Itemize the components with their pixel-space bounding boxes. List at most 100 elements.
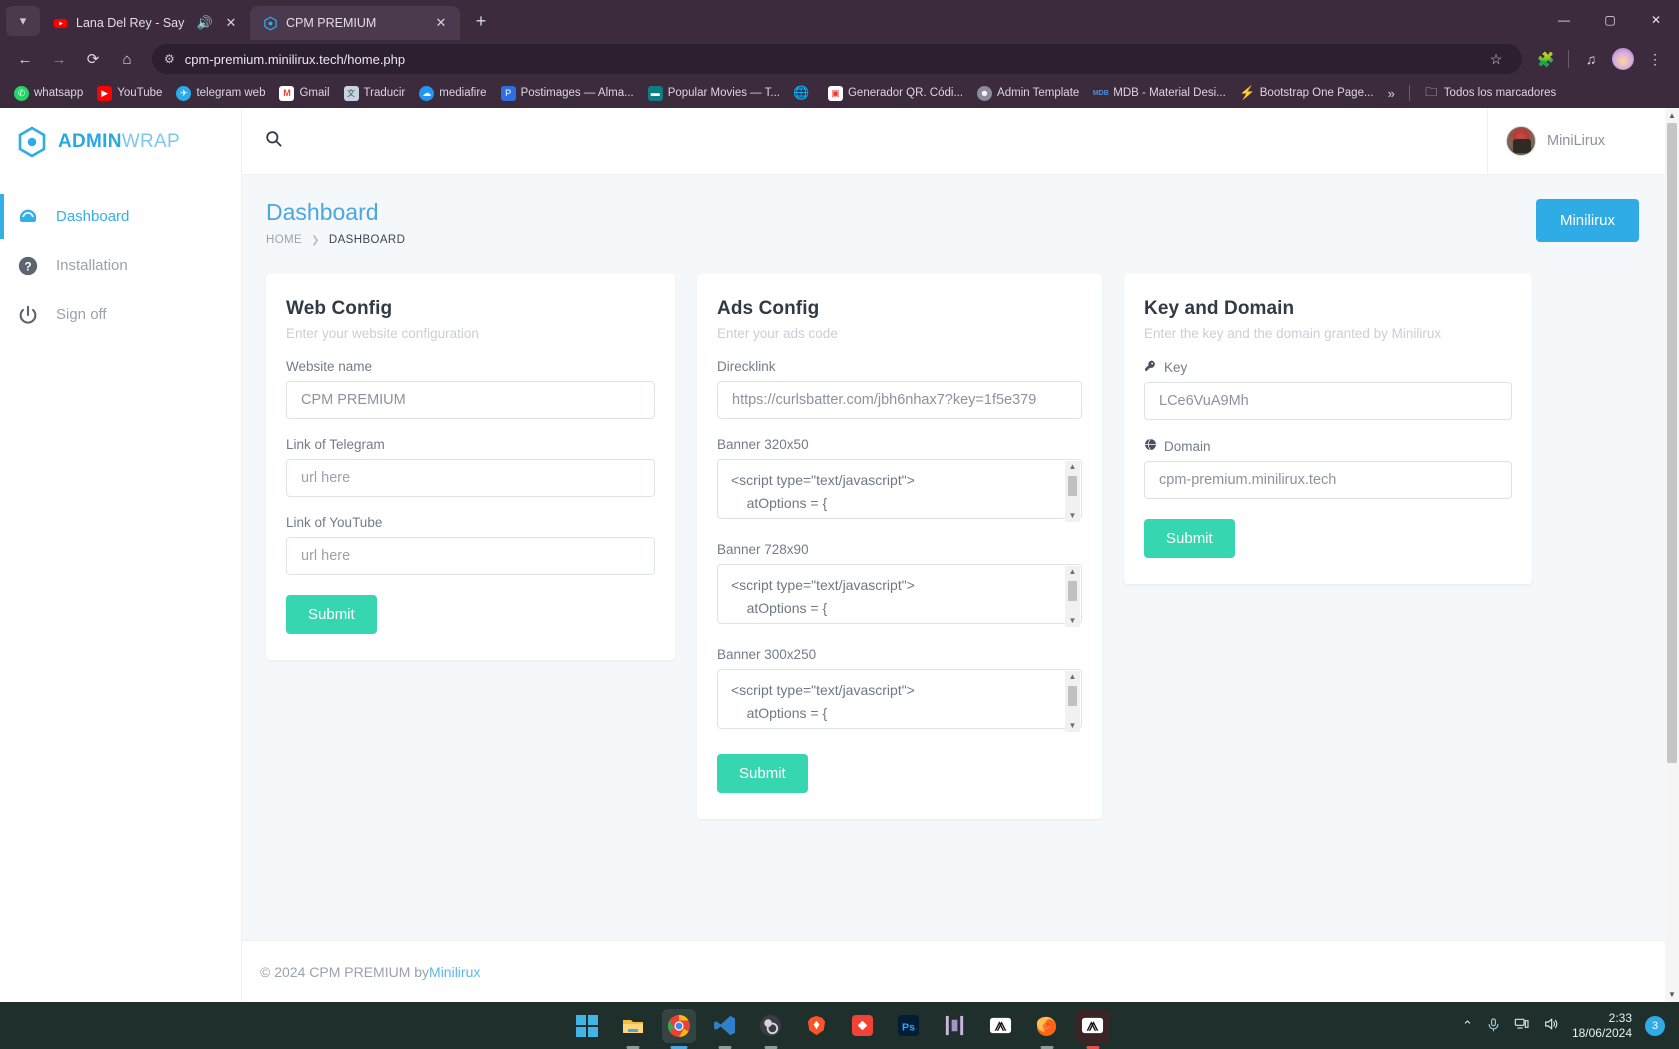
- bookmark-item[interactable]: M Gmail: [273, 83, 335, 104]
- extensions-icon[interactable]: 🧩: [1532, 45, 1560, 73]
- textarea-scrollbar[interactable]: ▲ ▼: [1065, 671, 1080, 732]
- bookmark-star-icon[interactable]: ☆: [1482, 45, 1510, 73]
- telegram-icon: ✈: [176, 85, 192, 101]
- website-name-input[interactable]: [286, 381, 655, 419]
- youtube-link-input[interactable]: [286, 537, 655, 575]
- banner-728x90-textarea[interactable]: <script type="text/javascript"> atOption…: [717, 564, 1082, 624]
- network-icon[interactable]: [1514, 1016, 1530, 1035]
- back-icon[interactable]: ←: [10, 44, 40, 74]
- minilirux-button[interactable]: Minilirux: [1535, 199, 1639, 242]
- profile-avatar-icon[interactable]: [1609, 45, 1637, 73]
- banner-320x50-textarea[interactable]: <script type="text/javascript"> atOption…: [717, 459, 1082, 519]
- sidebar-item-installation[interactable]: ? Installation: [0, 241, 241, 290]
- sidebar-item-label: Dashboard: [56, 208, 130, 225]
- scroll-down-icon[interactable]: ▼: [1069, 615, 1077, 627]
- browser-menu-icon[interactable]: ⋮: [1641, 45, 1669, 73]
- home-icon[interactable]: ⌂: [112, 44, 142, 74]
- footer-link[interactable]: Minilirux: [429, 964, 480, 980]
- notification-badge[interactable]: 3: [1645, 1015, 1665, 1036]
- scrollbar-thumb[interactable]: [1667, 123, 1677, 763]
- search-icon[interactable]: [264, 129, 283, 153]
- scroll-up-icon[interactable]: ▲: [1069, 671, 1077, 683]
- scrollbar-thumb[interactable]: [1068, 581, 1077, 601]
- scrollbar-thumb[interactable]: [1068, 476, 1077, 496]
- browser-tab-cpm-premium[interactable]: CPM PREMIUM ✕: [250, 6, 460, 40]
- reading-list-icon[interactable]: ♫: [1577, 45, 1605, 73]
- breadcrumb-home[interactable]: HOME: [266, 234, 302, 246]
- bookmark-item[interactable]: MDB MDB - Material Desi...: [1087, 83, 1231, 104]
- scroll-up-icon[interactable]: ▲: [1069, 566, 1077, 578]
- scroll-down-icon[interactable]: ▼: [1069, 720, 1077, 732]
- scroll-down-icon[interactable]: ▼: [1069, 510, 1077, 522]
- bookmarks-overflow-icon[interactable]: »: [1382, 84, 1401, 103]
- scrollbar-thumb[interactable]: [1068, 686, 1077, 706]
- brave-icon[interactable]: [800, 1009, 834, 1043]
- bookmark-item[interactable]: 🌐: [788, 83, 820, 104]
- volume-icon[interactable]: [1543, 1016, 1559, 1035]
- sidebar-item-signoff[interactable]: Sign off: [0, 290, 241, 339]
- obs-icon[interactable]: [754, 1009, 788, 1049]
- tab-audio-icon[interactable]: 🔊: [196, 14, 214, 32]
- firefox-icon[interactable]: [1030, 1009, 1064, 1049]
- tab-search-chevron-icon[interactable]: ▾: [6, 6, 40, 36]
- capcut-bars-icon[interactable]: [938, 1009, 972, 1043]
- page-scrollbar[interactable]: ▲ ▼: [1665, 108, 1679, 1002]
- close-window-button[interactable]: ✕: [1633, 0, 1679, 40]
- tab-close-icon[interactable]: ✕: [222, 14, 240, 32]
- bookmark-item[interactable]: ▶ YouTube: [91, 83, 168, 104]
- forward-icon[interactable]: →: [44, 44, 74, 74]
- browser-tab-youtube[interactable]: Lana Del Rey - Say Yes To H 🔊 ✕: [40, 6, 250, 40]
- capcut-dark-icon[interactable]: ⨇: [1075, 1008, 1110, 1049]
- bookmark-item[interactable]: ☁ mediafire: [413, 83, 492, 104]
- app-content: MiniLirux Dashboard HOME ❯ DASHBOARD Min…: [242, 108, 1665, 1002]
- scrollbar-track[interactable]: [1665, 123, 1679, 987]
- address-bar[interactable]: ⚙ cpm-premium.minilirux.tech/home.php ☆: [152, 44, 1522, 74]
- key-domain-submit-button[interactable]: Submit: [1144, 519, 1235, 558]
- tab-close-icon[interactable]: ✕: [432, 14, 450, 32]
- bookmark-item[interactable]: ⚡ Bootstrap One Page...: [1234, 83, 1380, 104]
- user-menu[interactable]: MiniLirux: [1488, 108, 1665, 174]
- scroll-up-icon[interactable]: ▲: [1668, 108, 1676, 123]
- bookmark-item[interactable]: ✈ telegram web: [170, 83, 271, 104]
- banner-300x250-textarea[interactable]: <script type="text/javascript"> atOption…: [717, 669, 1082, 729]
- bookmark-item[interactable]: ✆ whatsapp: [8, 83, 89, 104]
- taskbar-clock[interactable]: 2:33 18/06/2024: [1572, 1011, 1632, 1040]
- bookmark-item[interactable]: ▬ Popular Movies — T...: [642, 83, 786, 104]
- bookmark-item[interactable]: P Postimages — Alma...: [495, 83, 640, 104]
- textarea-scrollbar[interactable]: ▲ ▼: [1065, 566, 1080, 627]
- bookmark-item[interactable]: ☻ Admin Template: [971, 83, 1085, 104]
- all-bookmarks-button[interactable]: 🗀 Todos los marcadores: [1418, 83, 1563, 104]
- vscode-icon[interactable]: [708, 1009, 742, 1049]
- photoshop-icon[interactable]: Ps: [892, 1009, 926, 1043]
- scroll-up-icon[interactable]: ▲: [1069, 461, 1077, 473]
- app-red-diamond-icon[interactable]: [846, 1009, 880, 1043]
- app-sidebar: ADMINWRAP Dashboard ? Installation Sign …: [0, 108, 242, 1002]
- web-config-submit-button[interactable]: Submit: [286, 595, 377, 634]
- key-input[interactable]: [1144, 382, 1512, 420]
- search-input[interactable]: [283, 133, 1487, 149]
- question-circle-icon: ?: [16, 254, 40, 278]
- sidebar-item-dashboard[interactable]: Dashboard: [0, 192, 241, 241]
- site-settings-icon[interactable]: ⚙: [164, 52, 175, 66]
- microphone-icon[interactable]: [1486, 1017, 1501, 1035]
- windows-start-icon[interactable]: [570, 1009, 604, 1043]
- domain-input[interactable]: [1144, 461, 1512, 499]
- maximize-button[interactable]: ▢: [1587, 0, 1633, 40]
- scroll-down-icon[interactable]: ▼: [1668, 987, 1676, 1002]
- reload-icon[interactable]: ⟳: [78, 44, 108, 74]
- ads-config-submit-button[interactable]: Submit: [717, 754, 808, 793]
- telegram-link-input[interactable]: [286, 459, 655, 497]
- file-explorer-icon[interactable]: [616, 1009, 650, 1049]
- tab-strip: ▾ Lana Del Rey - Say Yes To H 🔊 ✕ CPM PR…: [0, 0, 1679, 40]
- all-bookmarks-label: Todos los marcadores: [1443, 87, 1557, 99]
- capcut-icon[interactable]: ⨇: [984, 1009, 1018, 1043]
- textarea-scrollbar[interactable]: ▲ ▼: [1065, 461, 1080, 522]
- minimize-button[interactable]: —: [1541, 0, 1587, 40]
- bookmark-item[interactable]: 文 Traducir: [338, 83, 412, 104]
- new-tab-button[interactable]: +: [466, 6, 496, 36]
- bookmark-item[interactable]: ▣ Generador QR. Códi...: [822, 83, 969, 104]
- chrome-icon[interactable]: [661, 1008, 696, 1049]
- app-logo[interactable]: ADMINWRAP: [0, 108, 241, 176]
- direcklink-input[interactable]: [717, 381, 1082, 419]
- chevron-up-icon[interactable]: ⌃: [1462, 1018, 1473, 1034]
